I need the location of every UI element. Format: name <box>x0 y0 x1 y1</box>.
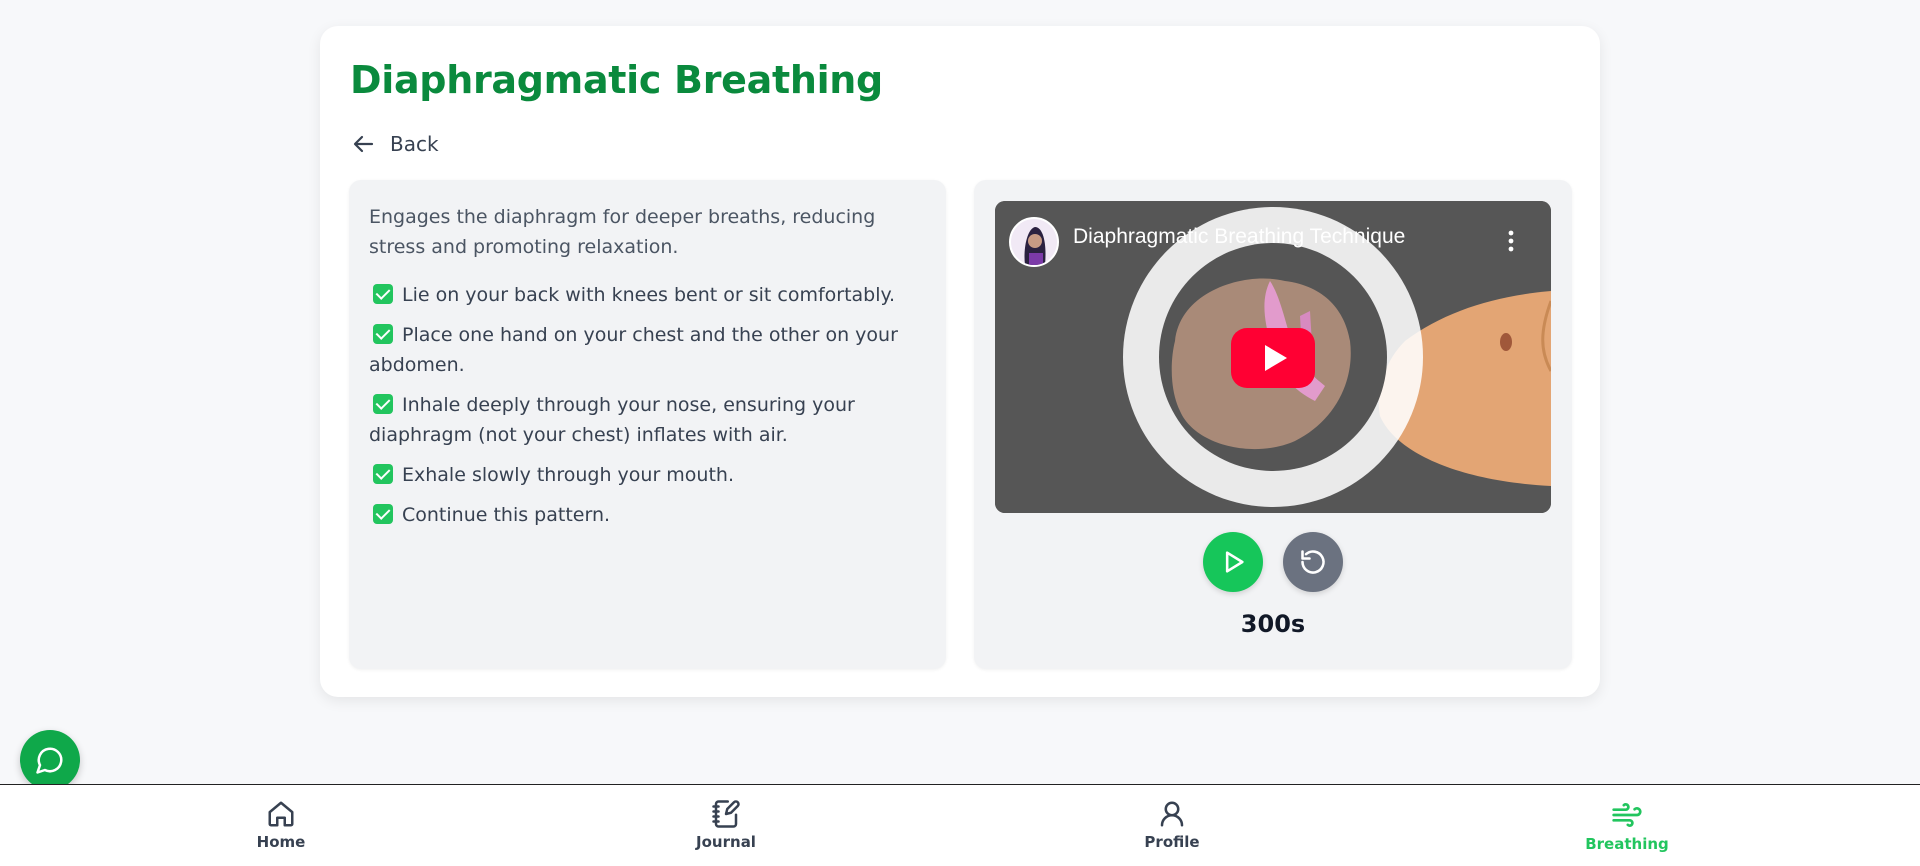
nav-item-home[interactable]: Home <box>211 799 351 851</box>
nav-label: Breathing <box>1585 835 1669 853</box>
step-text: Lie on your back with knees bent or sit … <box>402 284 896 306</box>
arrow-left-icon <box>353 135 374 153</box>
video-title[interactable]: Diaphragmatic Breathing Technique <box>1073 225 1405 249</box>
nav-item-profile[interactable]: Profile <box>1102 799 1242 851</box>
step-item: Lie on your back with knees bent or sit … <box>369 280 926 310</box>
youtube-play-button[interactable] <box>1231 328 1315 388</box>
step-text: Exhale slowly through your mouth. <box>402 464 735 486</box>
start-timer-button[interactable] <box>1203 532 1263 592</box>
play-icon <box>1225 551 1244 573</box>
step-text: Inhale deeply through your nose, ensurin… <box>369 394 855 446</box>
home-icon <box>268 801 294 827</box>
checkbox-checked-icon <box>373 394 393 414</box>
profile-icon <box>1160 801 1184 827</box>
exercise-description: Engages the diaphragm for deeper breaths… <box>369 206 876 258</box>
nav-label: Profile <box>1144 833 1200 851</box>
more-options-icon[interactable] <box>1503 229 1519 253</box>
nav-label: Journal <box>696 833 756 851</box>
back-label: Back <box>390 132 439 156</box>
video-player[interactable]: Diaphragmatic Breathing Technique <box>995 201 1551 513</box>
step-item: Inhale deeply through your nose, ensurin… <box>369 390 926 450</box>
step-text: Place one hand on your chest and the oth… <box>369 324 898 376</box>
channel-avatar[interactable] <box>1009 217 1059 267</box>
exercise-card: Diaphragmatic Breathing Back Engages the… <box>320 26 1600 697</box>
timer-display: 300s <box>1240 610 1306 638</box>
instructions-panel: Engages the diaphragm for deeper breaths… <box>349 180 946 669</box>
checkbox-checked-icon <box>373 464 393 484</box>
back-button[interactable]: Back <box>352 132 439 156</box>
checkbox-checked-icon <box>373 284 393 304</box>
chat-button[interactable] <box>20 730 80 790</box>
step-item: Place one hand on your chest and the oth… <box>369 320 926 380</box>
reset-icon <box>1301 550 1325 574</box>
checkbox-checked-icon <box>373 504 393 524</box>
chat-bubble-icon <box>36 747 63 774</box>
step-item: Continue this pattern. <box>369 500 926 530</box>
nav-item-journal[interactable]: Journal <box>656 799 796 851</box>
breathing-icon <box>1612 803 1642 827</box>
journal-icon <box>712 800 740 828</box>
step-text: Continue this pattern. <box>402 504 611 526</box>
nav-label: Home <box>256 833 306 851</box>
bottom-navigation: Home Journal Profile Breathing <box>0 784 1920 866</box>
steps-list: Lie on your back with knees bent or sit … <box>369 280 926 530</box>
reset-timer-button[interactable] <box>1283 532 1343 592</box>
practice-panel: Diaphragmatic Breathing Technique 300s <box>974 180 1572 669</box>
page-title: Diaphragmatic Breathing <box>350 58 883 102</box>
step-item: Exhale slowly through your mouth. <box>369 460 926 490</box>
checkbox-checked-icon <box>373 324 393 344</box>
nav-item-breathing[interactable]: Breathing <box>1557 799 1697 853</box>
